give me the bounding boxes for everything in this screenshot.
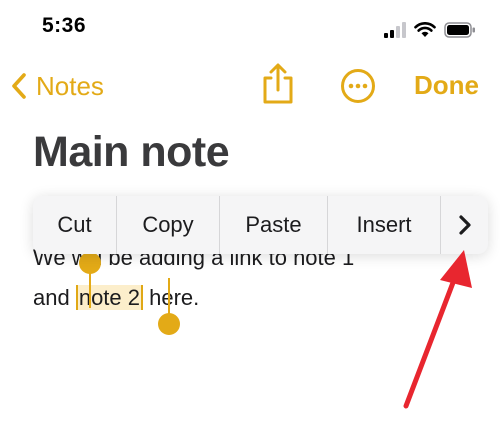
selected-text[interactable]: note 2	[75, 285, 143, 310]
selection-start-handle[interactable]	[79, 252, 101, 274]
status-icons	[376, 20, 476, 40]
note-title[interactable]: Main note	[33, 128, 230, 177]
selection-end-bar	[168, 278, 170, 318]
copy-menu-item[interactable]: Copy	[117, 196, 220, 254]
note-text-after: here.	[143, 285, 200, 310]
chevron-right-icon	[458, 215, 471, 235]
note-text-before: and	[33, 285, 76, 310]
share-button[interactable]	[258, 62, 298, 106]
done-button[interactable]: Done	[414, 70, 479, 101]
wifi-icon	[414, 22, 436, 37]
cellular-signal-icon	[384, 22, 406, 38]
paste-menu-item[interactable]: Paste	[220, 196, 328, 254]
battery-icon	[444, 22, 475, 38]
notes-screen: 5:36 Notes Done Main note We will be add…	[0, 0, 500, 441]
ellipsis-circle-icon	[341, 69, 375, 103]
chevron-left-icon	[12, 73, 26, 99]
back-button-label: Notes	[36, 70, 104, 101]
annotation-arrow-icon	[403, 250, 472, 409]
cut-menu-item[interactable]: Cut	[33, 196, 117, 254]
more-options-button[interactable]	[340, 68, 376, 104]
back-button[interactable]: Notes	[10, 66, 104, 106]
share-icon	[263, 63, 293, 104]
status-time: 5:36	[42, 14, 87, 37]
status-bar: 5:36	[0, 0, 500, 56]
selection-end-handle[interactable]	[158, 313, 180, 335]
